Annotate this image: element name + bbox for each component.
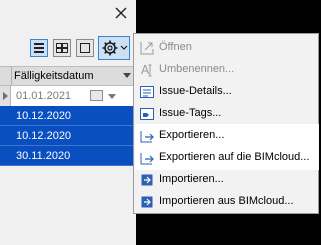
menu-item-label: Exportieren...: [159, 129, 225, 141]
import-icon: [141, 174, 153, 186]
row-arrow-icon: [3, 92, 8, 100]
menu-item-export[interactable]: Exportieren...: [135, 124, 319, 148]
menu-item-issue-details[interactable]: Issue-Details...: [135, 80, 319, 104]
menu-item-label: Exportieren auf die BIMcloud...: [159, 151, 310, 163]
menu-item-label: Importieren...: [159, 173, 224, 185]
calendar-icon[interactable]: [90, 90, 103, 101]
issues-panel: Fälligkeitsdatum 01.01.2021 10.12.2020 1…: [0, 0, 136, 245]
settings-menu-button[interactable]: [98, 36, 130, 60]
due-date-cell[interactable]: 30.11.2020: [16, 150, 70, 162]
menu-item-import[interactable]: Importieren...: [135, 168, 319, 192]
menu-item-label: Importieren aus BIMcloud...: [159, 195, 294, 207]
menu-item-label: Öffnen: [159, 41, 192, 53]
menu-item-open[interactable]: Öffnen: [135, 36, 319, 60]
grid-view-icon: [56, 43, 68, 53]
menu-item-label: Issue-Tags...: [159, 107, 222, 119]
menu-item-label: Issue-Details...: [159, 85, 232, 97]
issue-details-icon: [140, 86, 154, 98]
due-date-cell[interactable]: 10.12.2020: [16, 130, 71, 142]
column-header-due-date[interactable]: Fälligkeitsdatum: [14, 70, 93, 82]
import-bimcloud-icon: [141, 196, 153, 208]
row-marker: [0, 86, 11, 106]
chevron-down-icon[interactable]: [108, 94, 116, 99]
column-dropdown-icon[interactable]: [123, 73, 131, 78]
menu-item-label: Umbenennen...: [159, 63, 235, 75]
table-row[interactable]: 10.12.2020: [0, 126, 136, 146]
single-view-button[interactable]: [76, 39, 94, 57]
menu-item-rename[interactable]: A Umbenennen...: [135, 58, 319, 82]
export-bimcloud-icon: [140, 153, 154, 165]
close-icon[interactable]: [112, 4, 130, 22]
due-date-cell[interactable]: 10.12.2020: [16, 110, 71, 122]
list-view-button[interactable]: [30, 39, 48, 57]
menu-item-export-bimcloud[interactable]: Exportieren auf die BIMcloud...: [135, 146, 319, 170]
menu-item-import-bimcloud[interactable]: Importieren aus BIMcloud...: [135, 190, 319, 214]
menu-item-issue-tags[interactable]: Issue-Tags...: [135, 102, 319, 126]
table-header: Fälligkeitsdatum: [0, 66, 136, 86]
due-date-cell[interactable]: 01.01.2021: [16, 90, 71, 102]
table-row[interactable]: 30.11.2020: [0, 146, 136, 166]
context-menu: Öffnen A Umbenennen... Issue-Details... …: [133, 33, 319, 214]
rename-icon: A: [141, 63, 152, 77]
export-icon: [140, 131, 154, 143]
gear-icon: [102, 40, 128, 56]
single-view-icon: [80, 43, 90, 53]
column-separator: [11, 67, 12, 85]
table-row[interactable]: 10.12.2020: [0, 106, 136, 126]
issue-tags-icon: [140, 108, 154, 120]
list-view-icon: [34, 43, 44, 53]
grid-view-button[interactable]: [53, 39, 71, 57]
open-icon: [140, 42, 154, 55]
table-row[interactable]: 01.01.2021: [0, 86, 136, 106]
